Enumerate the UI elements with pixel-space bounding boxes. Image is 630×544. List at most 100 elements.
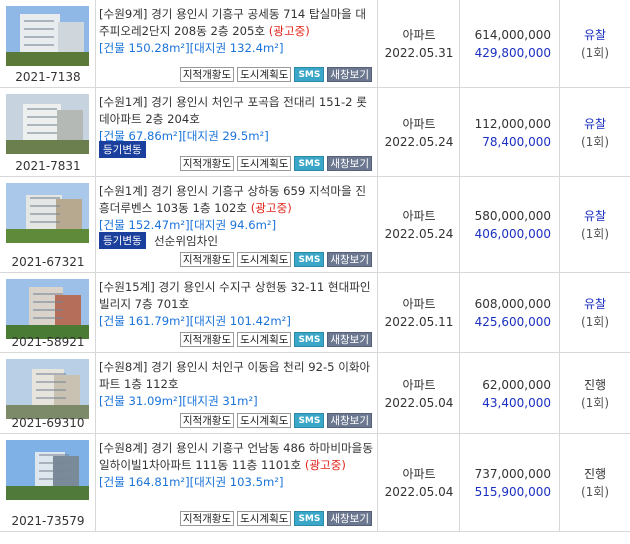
- area-info: [건물 161.79m²][대지권 101.42m²]: [99, 313, 375, 330]
- property-photo[interactable]: [6, 359, 89, 419]
- ad-badge: (광고중): [250, 201, 292, 215]
- address-text[interactable]: [수원15계] 경기 용인시 수지구 상현동 32-11 현대파인빌리지 7층 …: [99, 280, 371, 311]
- address-text[interactable]: [수원1계] 경기 용인시 기흥구 상하동 659 지석마을 진흥더루벤스 10…: [99, 184, 366, 215]
- area-prefix: [건물: [99, 394, 129, 408]
- cadastral-map-button[interactable]: 지적개황도: [179, 67, 235, 82]
- status-label: 진행: [583, 467, 607, 481]
- case-number[interactable]: 2021-73579: [0, 514, 96, 528]
- table-row: 2021-67321 [수원1계] 경기 용인시 기흥구 상하동 659 지석마을…: [0, 177, 630, 273]
- minimum-price: 515,900,000: [474, 485, 551, 499]
- city-plan-button[interactable]: 도시계획도: [237, 252, 292, 267]
- property-photo[interactable]: [6, 440, 89, 500]
- new-window-button[interactable]: 새창보기: [327, 156, 372, 171]
- sms-button[interactable]: SMS: [294, 413, 325, 428]
- sms-button[interactable]: SMS: [294, 67, 325, 82]
- property-type: 아파트: [402, 209, 436, 223]
- property-photo-image: [6, 183, 89, 243]
- table-row: 2021-7138 [수원9계] 경기 용인시 기흥구 공세동 714 탑실마을 …: [0, 0, 630, 88]
- area-suffix: ]: [286, 314, 291, 328]
- info-cell: [수원1계] 경기 용인시 처인구 포곡읍 전대리 151-2 롯데아파트 2층…: [96, 88, 378, 176]
- sms-button[interactable]: SMS: [294, 511, 325, 526]
- cadastral-map-button[interactable]: 지적개황도: [179, 156, 235, 171]
- property-address[interactable]: [수원1계] 경기 용인시 처인구 포곡읍 전대리 151-2 롯데아파트 2층…: [99, 94, 375, 145]
- new-window-button[interactable]: 새창보기: [327, 413, 372, 428]
- new-window-button[interactable]: 새창보기: [327, 67, 372, 82]
- ad-badge: (광고중): [304, 458, 346, 472]
- registration-change-badge[interactable]: 등기변동: [99, 232, 146, 249]
- photo-cell: 2021-7831: [0, 88, 96, 176]
- area-suffix: ]: [278, 41, 284, 55]
- city-plan-button[interactable]: 도시계획도: [237, 413, 292, 428]
- type-date-cell: 아파트 2022.05.31: [378, 0, 460, 87]
- price-cell: 580,000,000 406,000,000: [460, 177, 560, 272]
- case-number[interactable]: 2021-67321: [0, 255, 96, 269]
- area-mid: ][대지권: [185, 218, 230, 232]
- status-cell: 진행 (1회): [560, 353, 630, 433]
- status-label: 유찰: [583, 297, 607, 311]
- property-photo[interactable]: [6, 183, 89, 243]
- property-photo-image: [6, 279, 89, 339]
- auction-listing-table: 2021-7138 [수원9계] 경기 용인시 기흥구 공세동 714 탑실마을 …: [0, 0, 630, 532]
- property-photo[interactable]: [6, 6, 89, 66]
- type-date: 아파트 2022.05.24: [378, 207, 460, 243]
- info-cell: [수원8계] 경기 용인시 처인구 이동읍 천리 92-5 이화아파트 1층 1…: [96, 353, 378, 433]
- status: 진행 (1회): [560, 376, 630, 412]
- land-area: 94.6m²: [229, 218, 272, 232]
- city-plan-button[interactable]: 도시계획도: [237, 332, 292, 347]
- case-number[interactable]: 2021-7831: [0, 159, 96, 173]
- auction-date: 2022.05.24: [384, 227, 454, 241]
- action-buttons: 지적개황도 도시계획도 SMS 새창보기: [179, 156, 372, 171]
- area-prefix: [건물: [99, 475, 129, 489]
- property-photo[interactable]: [6, 94, 89, 154]
- sms-button[interactable]: SMS: [294, 332, 325, 347]
- info-cell: [수원15계] 경기 용인시 수지구 상현동 32-11 현대파인빌리지 7층 …: [96, 273, 378, 352]
- table-row: 2021-69310 [수원8계] 경기 용인시 처인구 이동읍 천리 92-5 …: [0, 353, 630, 434]
- appraisal-price: 737,000,000: [474, 467, 551, 481]
- area-mid: ][대지권: [177, 129, 223, 143]
- status-cell: 유찰 (1회): [560, 88, 630, 176]
- minimum-price: 43,400,000: [482, 395, 551, 410]
- photo-cell: 2021-7138: [0, 0, 96, 87]
- area-mid: ][대지권: [185, 41, 230, 55]
- failed-count: (1회): [580, 134, 610, 149]
- price-cell: 614,000,000 429,800,000: [460, 0, 560, 87]
- cadastral-map-button[interactable]: 지적개황도: [179, 332, 235, 347]
- price-cell: 608,000,000 425,600,000: [460, 273, 560, 352]
- property-address[interactable]: [수원8계] 경기 용인시 처인구 이동읍 천리 92-5 이화아파트 1층 1…: [99, 359, 375, 410]
- property-photo[interactable]: [6, 279, 89, 339]
- address-text[interactable]: [수원8계] 경기 용인시 처인구 이동읍 천리 92-5 이화아파트 1층 1…: [99, 360, 370, 391]
- new-window-button[interactable]: 새창보기: [327, 332, 372, 347]
- prices: 737,000,000 515,900,000: [475, 465, 551, 501]
- address-text[interactable]: [수원9계] 경기 용인시 기흥구 공세동 714 탑실마을 대주피오레2단지 …: [99, 7, 366, 38]
- new-window-button[interactable]: 새창보기: [327, 252, 372, 267]
- price-cell: 112,000,000 78,400,000: [460, 88, 560, 176]
- registration-change-badge[interactable]: 등기변동: [99, 141, 146, 158]
- appraisal-price: 608,000,000: [474, 297, 551, 311]
- area-info: [건물 31.09m²][대지권 31m²]: [99, 393, 375, 410]
- city-plan-button[interactable]: 도시계획도: [237, 156, 292, 171]
- case-number[interactable]: 2021-58921: [0, 335, 96, 349]
- senior-tenant-label: 선순위임차인: [154, 234, 218, 248]
- city-plan-button[interactable]: 도시계획도: [237, 67, 292, 82]
- property-address[interactable]: [수원9계] 경기 용인시 기흥구 공세동 714 탑실마을 대주피오레2단지 …: [99, 6, 375, 57]
- property-address[interactable]: [수원15계] 경기 용인시 수지구 상현동 32-11 현대파인빌리지 7층 …: [99, 279, 375, 330]
- type-date: 아파트 2022.05.04: [378, 376, 460, 412]
- city-plan-button[interactable]: 도시계획도: [237, 511, 292, 526]
- building-area: 31.09m²: [128, 394, 178, 408]
- sms-button[interactable]: SMS: [294, 156, 325, 171]
- sms-button[interactable]: SMS: [294, 252, 325, 267]
- action-buttons: 지적개황도 도시계획도 SMS 새창보기: [179, 332, 372, 347]
- property-address[interactable]: [수원1계] 경기 용인시 기흥구 상하동 659 지석마을 진흥더루벤스 10…: [99, 183, 375, 234]
- case-number[interactable]: 2021-7138: [0, 70, 96, 84]
- address-text[interactable]: [수원1계] 경기 용인시 처인구 포곡읍 전대리 151-2 롯데아파트 2층…: [99, 95, 367, 126]
- auction-date: 2022.05.11: [384, 315, 454, 329]
- status-cell: 진행 (1회): [560, 434, 630, 531]
- cadastral-map-button[interactable]: 지적개황도: [179, 252, 235, 267]
- type-date: 아파트 2022.05.11: [378, 295, 460, 331]
- table-row: 2021-7831 [수원1계] 경기 용인시 처인구 포곡읍 전대리 151-2…: [0, 88, 630, 177]
- property-address[interactable]: [수원8계] 경기 용인시 기흥구 언남동 486 하마비마을동일하이빌1차아파…: [99, 440, 375, 491]
- new-window-button[interactable]: 새창보기: [327, 511, 372, 526]
- cadastral-map-button[interactable]: 지적개황도: [179, 413, 235, 428]
- case-number[interactable]: 2021-69310: [0, 416, 96, 430]
- cadastral-map-button[interactable]: 지적개황도: [179, 511, 235, 526]
